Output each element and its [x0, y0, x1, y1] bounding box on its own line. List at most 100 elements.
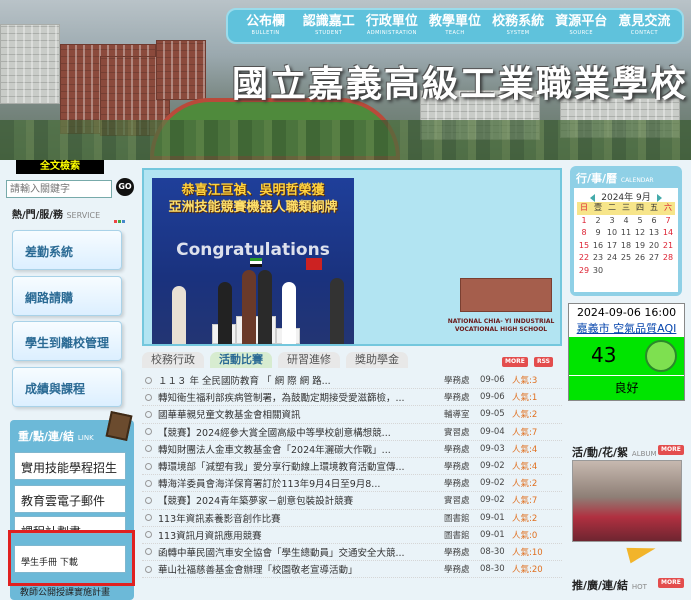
news-row[interactable]: １１３ 年 全民國防教育 「 網 際 網 路... 學務處 09-06 人氣:3 — [142, 372, 562, 390]
person — [282, 282, 296, 344]
news-row[interactable]: 轉知衛生福利部疾病管制署，為鼓勵定期接受愛滋篩檢，... 學務處 09-06 人氣:1 — [142, 389, 562, 407]
calendar-day[interactable]: 19 — [633, 240, 647, 253]
link-edu-cloud-email[interactable]: 教育雲電子郵件 — [14, 485, 126, 513]
calendar-weekday: 三 — [619, 202, 633, 215]
calendar-day[interactable]: 23 — [591, 252, 605, 265]
next-month-icon[interactable] — [656, 193, 662, 202]
person — [258, 270, 272, 344]
calendar-day[interactable]: 29 — [577, 265, 591, 278]
calendar-day[interactable]: 18 — [619, 240, 633, 253]
calendar-day[interactable]: 26 — [633, 252, 647, 265]
calendar-day[interactable]: 5 — [633, 215, 647, 228]
aqi-place-link[interactable]: 嘉義市 空氣品質AQI — [569, 320, 684, 336]
bullet-icon — [145, 496, 152, 504]
news-row[interactable]: 113年資訊素養影音創作比賽 圖書館 09-01 人氣:2 — [142, 510, 562, 527]
calendar-day[interactable]: 14 — [661, 227, 675, 240]
links-title: 重/點/連/結 LINK — [18, 430, 94, 443]
nav-system[interactable]: 校務系統 SYSTEM — [487, 10, 550, 42]
calendar-weekday: 壹 — [591, 202, 605, 215]
news-row[interactable]: 【競賽】2024青年築夢家－創意包裝設計競賽 實習處 09-02 人氣:7 — [142, 492, 562, 510]
promo-title: 推/廣/連/結 HOT — [572, 579, 647, 592]
bullet-icon — [145, 410, 152, 418]
album-more-button[interactable]: MORE — [658, 445, 684, 455]
calendar-weekday: 五 — [647, 202, 661, 215]
news-row[interactable]: 113資訊月資訊應用競賽 圖書館 09-01 人氣:0 — [142, 527, 562, 544]
calendar-day[interactable]: 28 — [661, 252, 675, 265]
tab-admin[interactable]: 校務行政 — [142, 352, 204, 368]
calendar-weekday: 日 — [577, 202, 591, 215]
calendar-day[interactable]: 4 — [619, 215, 633, 228]
highlight-frame — [8, 530, 135, 586]
calendar-day[interactable]: 11 — [619, 227, 633, 240]
news-more-button[interactable]: MORE — [502, 357, 528, 367]
link-skill-program[interactable]: 實用技能學程招生 — [14, 452, 126, 480]
nav-resources[interactable]: 資源平台 SOURCE — [550, 10, 613, 42]
search-input[interactable] — [6, 180, 112, 198]
search-go-button[interactable]: GO — [116, 178, 134, 196]
calendar-day[interactable]: 27 — [647, 252, 661, 265]
nav-contact[interactable]: 意見交流 CONTACT — [613, 10, 676, 42]
tab-training[interactable]: 研習進修 — [278, 352, 340, 368]
trees — [0, 120, 691, 160]
calendar-day[interactable]: 7 — [661, 215, 675, 228]
tab-activities[interactable]: 活動比賽 — [210, 352, 272, 368]
promo-more-button[interactable]: MORE — [658, 578, 684, 588]
news-row[interactable]: 國華華親兒童文教基金會相關資訊 輔導室 09-05 人氣:2 — [142, 406, 562, 424]
service-student-leave-button[interactable]: 學生到離校管理 — [12, 321, 122, 361]
news-rss-button[interactable]: RSS — [534, 357, 553, 367]
header-banner: 公布欄 BULLETIN 認識嘉工 STUDENT 行政單位 ADMINISTRATI… — [0, 0, 691, 160]
person — [242, 270, 256, 344]
building-photo — [156, 40, 206, 100]
school-name: 國立嘉義高級工業職業學校 — [232, 63, 689, 105]
calendar-day[interactable]: 3 — [605, 215, 619, 228]
tab-scholarship[interactable]: 獎助學金 — [346, 352, 408, 368]
album-photo[interactable] — [572, 460, 682, 542]
news-row[interactable]: 華山社福慈善基金會辦理「校園敬老宣導活動」 學務處 08-30 人氣:20 — [142, 561, 562, 579]
search-tag: 全文檢索 — [16, 160, 104, 174]
service-attendance-button[interactable]: 差勤系統 — [12, 230, 122, 270]
calendar-day[interactable]: 2 — [591, 215, 605, 228]
calendar-day[interactable]: 24 — [605, 252, 619, 265]
calendar-weekday: 四 — [633, 202, 647, 215]
calendar-day[interactable]: 15 — [577, 240, 591, 253]
bullet-icon — [145, 445, 152, 453]
calendar-day[interactable]: 1 — [577, 215, 591, 228]
bullet-icon — [145, 479, 152, 487]
bullet-icon — [145, 428, 152, 436]
news-row[interactable]: 轉知財團法人金車文教基金會「2024年灑碳大作戰」... 學務處 09-03 人氣:4 — [142, 441, 562, 458]
calendar-day[interactable]: 8 — [577, 227, 591, 240]
nav-teaching[interactable]: 教學單位 TEACH — [423, 10, 486, 42]
calendar-day[interactable]: 13 — [647, 227, 661, 240]
news-tabs: 校務行政 活動比賽 研習進修 獎助學金 — [142, 352, 414, 368]
bullet-icon — [145, 514, 152, 522]
calendar-day[interactable]: 21 — [661, 240, 675, 253]
calendar-day[interactable]: 17 — [605, 240, 619, 253]
calendar-day[interactable]: 9 — [591, 227, 605, 240]
news-row[interactable]: 轉海洋委員會海洋保育署訂於113年9月4日至9月8... 學務處 09-02 人氣:2 — [142, 475, 562, 493]
calendar-day[interactable]: 30 — [591, 265, 605, 278]
slide-headline: 恭喜江亘禎、吳明哲榮獲 亞洲技能競賽機器人職類銅牌 — [168, 183, 338, 215]
calendar-day[interactable]: 6 — [647, 215, 661, 228]
calendar-day[interactable]: 25 — [619, 252, 633, 265]
calendar-day[interactable]: 10 — [605, 227, 619, 240]
album-title: 活/動/花/絮 ALBUM — [572, 446, 657, 459]
news-list: １１３ 年 全民國防教育 「 網 際 網 路... 學務處 09-06 人氣:3 轉知… — [142, 372, 562, 579]
news-row[interactable]: 【競賽】2024經參大賞全國高級中等學校創意構想競... 實習處 09-04 人氣:7 — [142, 424, 562, 441]
calendar-day[interactable]: 22 — [577, 252, 591, 265]
service-grades-button[interactable]: 成績與課程 — [12, 367, 122, 407]
service-purchase-button[interactable]: 網路請購 — [12, 276, 122, 316]
calendar-day[interactable]: 12 — [633, 227, 647, 240]
nav-bulletin[interactable]: 公布欄 BULLETIN — [234, 10, 297, 42]
news-row[interactable]: 函轉中華民國汽車安全協會「學生總動員」交通安全大競... 學務處 08-30 人氣:1… — [142, 544, 562, 562]
news-slideshow[interactable]: 恭喜江亘禎、吳明哲榮獲 亞洲技能競賽機器人職類銅牌 Congratulation… — [142, 168, 562, 346]
calendar-day[interactable]: 16 — [591, 240, 605, 253]
flag — [250, 258, 262, 267]
news-row[interactable]: 轉環境部「減塑有我」愛分享行動線上環境教育活動宣傳... 學務處 09-02 人氣:4 — [142, 458, 562, 476]
prev-month-icon[interactable] — [590, 193, 596, 202]
nav-administration[interactable]: 行政單位 ADMINISTRATION — [360, 10, 423, 42]
nav-about[interactable]: 認識嘉工 STUDENT — [297, 10, 360, 42]
calendar-weekday: 六 — [661, 202, 675, 215]
aqi-level: 良好 — [569, 376, 684, 400]
calendar-day[interactable]: 20 — [647, 240, 661, 253]
smiley-face-icon — [645, 340, 677, 372]
